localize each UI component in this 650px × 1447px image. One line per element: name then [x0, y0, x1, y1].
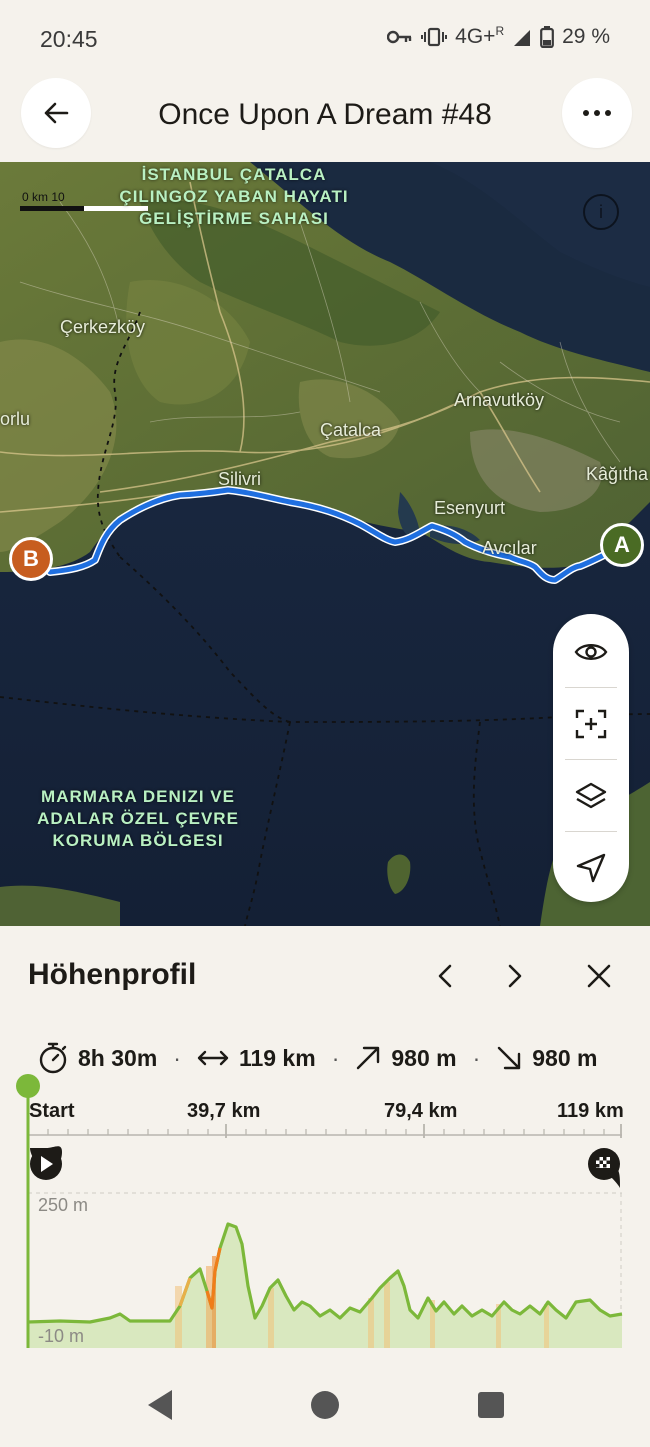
network-type: 4G+R: [455, 24, 504, 49]
place-kagithane: Kâğıtha: [586, 464, 649, 484]
finish-flag-icon: [588, 1148, 620, 1188]
map-info-icon[interactable]: i: [583, 194, 619, 230]
layers-icon: [575, 782, 607, 809]
status-bar: 20:45 4G+R 29 %: [0, 0, 650, 78]
start-flag-icon: [30, 1146, 62, 1180]
top-app-bar: Once Upon A Dream #48: [0, 78, 650, 162]
map-tools: [553, 614, 629, 902]
vibrate-icon: [421, 27, 448, 47]
route-map[interactable]: 0 km 10 İSTANBUL ÇATALCA ÇILINGOZ YABAN …: [0, 162, 650, 926]
place-cerkezkoy: Çerkezköy: [60, 317, 146, 337]
more-options-button[interactable]: [562, 78, 632, 148]
signal-icon: [512, 27, 532, 47]
elevation-panel: Höhenprofil 8h 30m · 119 km · 980 m · 98…: [0, 926, 650, 1366]
protected-area-label-north: İSTANBUL ÇATALCA ÇILINGOZ YABAN HAYATI G…: [119, 165, 349, 228]
roaming-label: R: [495, 24, 505, 38]
nav-recents-icon[interactable]: [478, 1388, 504, 1422]
battery-percent: 29 %: [562, 24, 610, 48]
navigation-arrow-icon: [576, 853, 606, 883]
profile-line: [27, 1222, 623, 1324]
nav-back-icon[interactable]: [146, 1388, 174, 1422]
scale-label: 0 km 10: [22, 190, 65, 204]
place-avcilar: Avcılar: [482, 538, 537, 558]
place-arnavutkoy: Arnavutköy: [454, 390, 545, 410]
tour-title: Once Upon A Dream #48: [158, 98, 492, 131]
elevation-min-label: -10 m: [38, 1326, 85, 1346]
status-icons: 4G+R 29 %: [387, 24, 610, 49]
network-label: 4G+: [455, 25, 496, 48]
place-esenyurt: Esenyurt: [434, 498, 506, 518]
elevation-max-label: 250 m: [38, 1195, 89, 1215]
vpn-key-icon: [387, 29, 413, 45]
visibility-button[interactable]: [553, 616, 629, 688]
navigate-button[interactable]: [553, 832, 629, 904]
battery-icon: [540, 25, 555, 48]
focus-plus-icon: [575, 709, 607, 739]
place-silivri: Silivri: [218, 469, 261, 489]
eye-icon: [574, 644, 608, 660]
protected-area-label-sea: MARMARA DENIZI VE ADALAR ÖZEL ÇEVRE KORU…: [37, 787, 239, 850]
map-layers-button[interactable]: [553, 760, 629, 832]
start-marker[interactable]: A: [600, 523, 644, 567]
zoom-to-fit-button[interactable]: [553, 688, 629, 760]
place-corlu: orlu: [0, 409, 31, 429]
status-time: 20:45: [40, 26, 98, 52]
elevation-profile-chart[interactable]: [0, 926, 650, 1366]
system-nav-bar: [0, 1366, 650, 1447]
end-marker[interactable]: B: [9, 537, 53, 581]
more-horizontal-icon: [583, 110, 611, 116]
position-cursor-handle[interactable]: [16, 1074, 40, 1098]
nav-home-icon[interactable]: [310, 1388, 340, 1422]
place-catalca: Çatalca: [320, 420, 382, 440]
profile-area: [28, 1224, 622, 1348]
